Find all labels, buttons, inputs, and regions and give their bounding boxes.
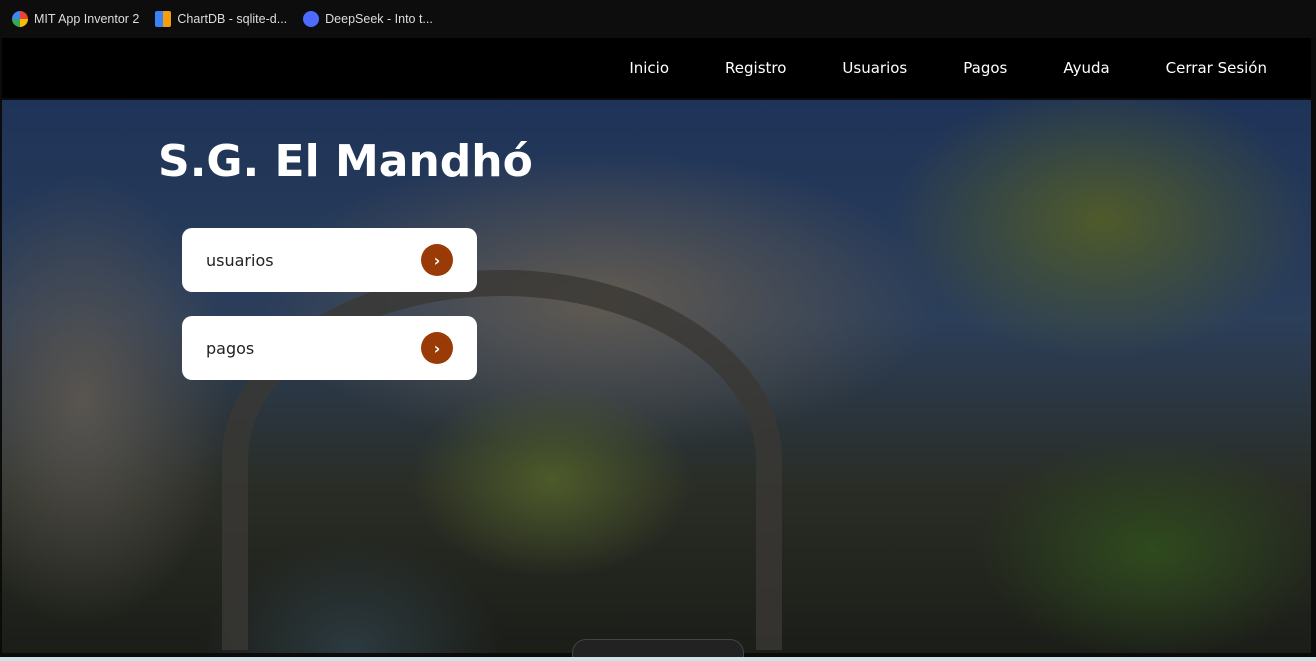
chevron-right-icon[interactable]: ›: [421, 244, 453, 276]
chartdb-icon: [155, 11, 172, 27]
floating-toolbar[interactable]: [572, 639, 744, 657]
nav-usuarios[interactable]: Usuarios: [842, 59, 907, 77]
nav-registro[interactable]: Registro: [725, 59, 786, 77]
bottom-edge: [0, 657, 1316, 661]
card-label: usuarios: [206, 250, 274, 270]
main-nav: Inicio Registro Usuarios Pagos Ayuda Cer…: [2, 38, 1311, 98]
chevron-right-icon[interactable]: ›: [421, 332, 453, 364]
nav-cerrar-sesion[interactable]: Cerrar Sesión: [1166, 59, 1267, 77]
deepseek-icon: [303, 11, 320, 27]
nav-inicio[interactable]: Inicio: [629, 59, 669, 77]
usuarios-card[interactable]: usuarios ›: [182, 228, 477, 292]
pagos-card[interactable]: pagos ›: [182, 316, 477, 380]
google-icon: [12, 11, 28, 27]
nav-pagos[interactable]: Pagos: [963, 59, 1007, 77]
bookmark-mit[interactable]: MIT App Inventor 2: [12, 11, 139, 27]
bookmark-chartdb[interactable]: ChartDB - sqlite-d...: [155, 11, 287, 27]
nav-ayuda[interactable]: Ayuda: [1063, 59, 1109, 77]
bookmarks-bar: MIT App Inventor 2 ChartDB - sqlite-d...…: [0, 0, 1316, 38]
bookmark-deepseek[interactable]: DeepSeek - Into t...: [303, 11, 433, 27]
card-label: pagos: [206, 338, 255, 358]
page-title: S.G. El Mandhó: [158, 136, 533, 187]
hero-background: S.G. El Mandhó usuarios › pagos ›: [2, 100, 1311, 653]
